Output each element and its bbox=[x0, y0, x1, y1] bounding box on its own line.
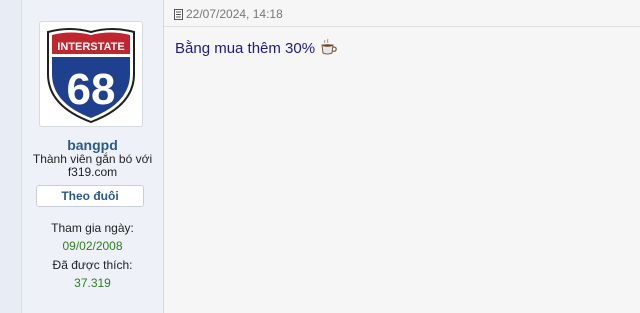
likes-value[interactable]: 37.319 bbox=[22, 276, 163, 290]
coffee-cup-icon bbox=[319, 38, 339, 56]
follow-button[interactable]: Theo đuôi bbox=[36, 185, 144, 207]
left-gutter bbox=[0, 0, 22, 313]
post-date[interactable]: 22/07/2024, 14:18 bbox=[186, 7, 283, 21]
joined-value: 09/02/2008 bbox=[62, 239, 123, 253]
avatar-text-top: INTERSTATE bbox=[57, 41, 124, 53]
post-main: 22/07/2024, 14:18 Bằng mua thêm 30% bbox=[164, 0, 640, 313]
user-title: Thành viên gắn bó với f319.com bbox=[32, 152, 153, 179]
likes-label: Đã được thích: bbox=[52, 258, 133, 272]
avatar-number: 68 bbox=[67, 65, 116, 114]
interstate-shield-icon: INTERSTATE 68 bbox=[47, 28, 135, 124]
avatar[interactable]: INTERSTATE 68 bbox=[39, 21, 143, 127]
user-info-panel: INTERSTATE 68 bangpd Thành viên gắn bó v… bbox=[22, 0, 164, 313]
username-link[interactable]: bangpd bbox=[22, 137, 163, 153]
post-text: Bằng mua thêm 30% bbox=[175, 40, 316, 57]
joined-label: Tham gia ngày: bbox=[51, 221, 134, 235]
document-icon bbox=[174, 9, 183, 20]
post-header: 22/07/2024, 14:18 bbox=[164, 0, 640, 27]
post-content: Bằng mua thêm 30% bbox=[175, 38, 339, 58]
